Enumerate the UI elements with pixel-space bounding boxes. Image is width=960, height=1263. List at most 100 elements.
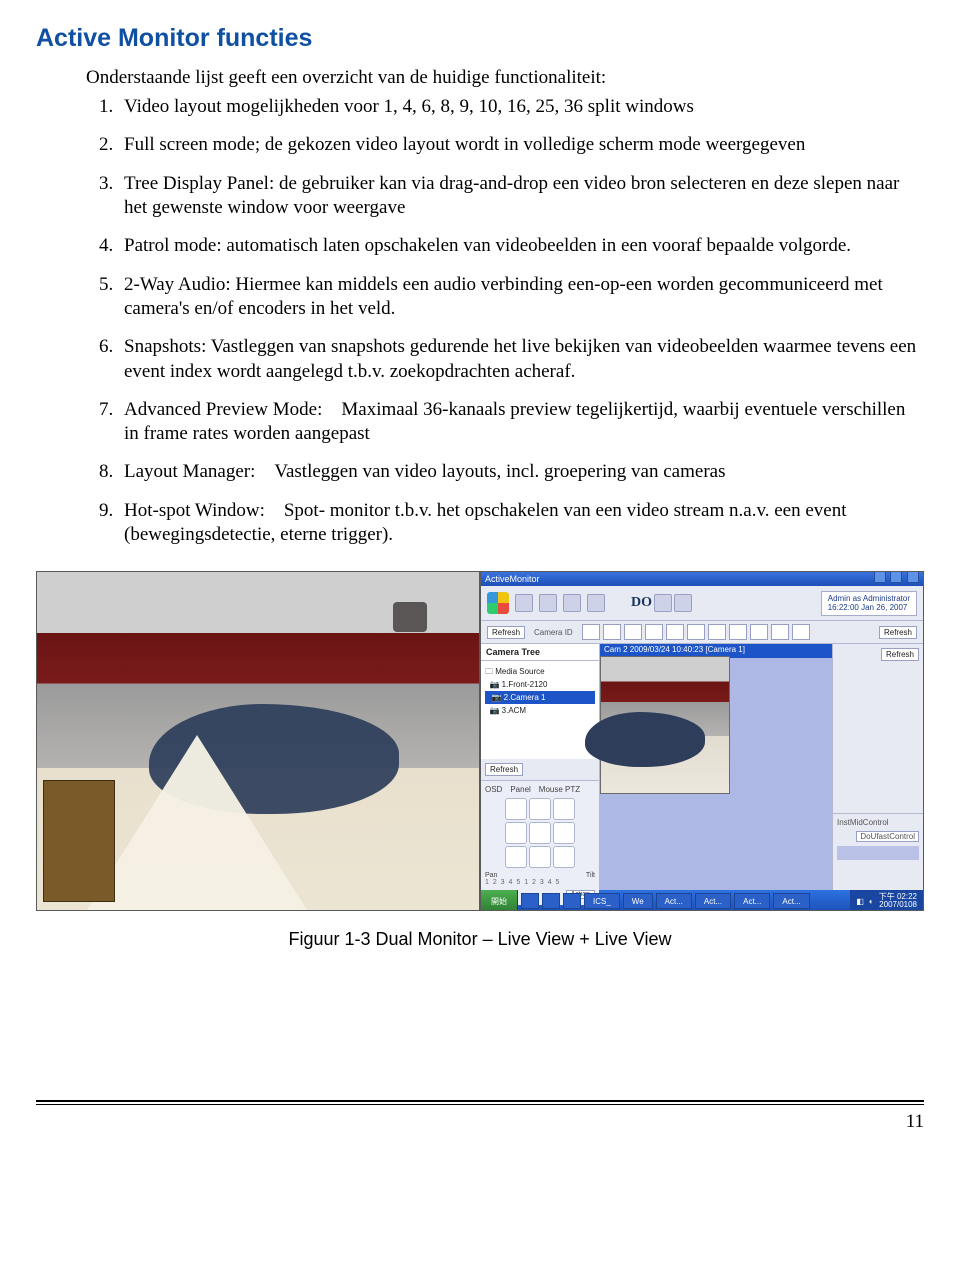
- brand-ring-icon[interactable]: [674, 594, 692, 612]
- feature-item: Advanced Preview Mode: Maximaal 36-kanaa…: [118, 398, 924, 447]
- brand-pill-icon[interactable]: [654, 594, 672, 612]
- feature-item: 2-Way Audio: Hiermee kan middels een aud…: [118, 273, 924, 322]
- video-tile[interactable]: [600, 656, 730, 793]
- feature-item: Patrol mode: automatisch laten opschakel…: [118, 234, 924, 258]
- layout-36-button[interactable]: [750, 624, 768, 640]
- layout-25-button[interactable]: [729, 624, 747, 640]
- taskbar-item[interactable]: ICS_: [584, 893, 620, 909]
- layout-prev-icon[interactable]: [771, 624, 789, 640]
- system-tray[interactable]: ◧ ◐ 下午 02:22 2007/0108: [850, 890, 923, 911]
- feature-list: Video layout mogelijkheden voor 1, 4, 6,…: [86, 95, 924, 547]
- figure-caption: Figuur 1-3 Dual Monitor – Live View + Li…: [36, 929, 924, 950]
- layout-9-button[interactable]: [666, 624, 684, 640]
- taskbar-item[interactable]: [563, 893, 581, 909]
- tree-node-root[interactable]: 🗀 Media Source: [485, 665, 595, 678]
- ptz-down-icon[interactable]: [529, 846, 551, 868]
- taskbar-item[interactable]: [542, 893, 560, 909]
- camera-tree[interactable]: 🗀 Media Source 📷 1.Front-2120 📷 2.Camera…: [481, 661, 599, 759]
- monitor-right-app: ActiveMonitor DO Admi: [480, 571, 924, 911]
- scale-ticks: 1 2 3 4 5 1 2 3 4 5: [485, 879, 595, 886]
- layout-toolbar: Refresh Camera ID Refresh: [481, 621, 923, 644]
- ptz-dpad[interactable]: [505, 798, 575, 868]
- ptz-tabs[interactable]: OSD Panel Mouse PTZ: [485, 785, 595, 794]
- refresh-right-button[interactable]: Refresh: [879, 626, 917, 639]
- tray-icon[interactable]: ◐: [869, 897, 874, 906]
- brand-icons: DO: [631, 594, 692, 612]
- feature-item: Full screen mode; de gekozen video layou…: [118, 133, 924, 157]
- start-button[interactable]: 開始: [481, 890, 518, 911]
- camera-tree-header: Camera Tree: [481, 644, 599, 661]
- figure-dual-monitor: ActiveMonitor DO Admi: [36, 571, 924, 950]
- user-datetime: 16:22:00 Jan 26, 2007: [828, 603, 910, 613]
- mid-control-panel: InstMidControl DoUfastControl: [833, 813, 923, 864]
- section-title: Active Monitor functies: [36, 24, 924, 53]
- ptz-right-icon[interactable]: [553, 822, 575, 844]
- scene-foreground: [87, 735, 307, 910]
- tree-node[interactable]: 📷 1.Front-2120: [485, 678, 595, 691]
- main-toolbar: DO Admin as Administrator 16:22:00 Jan 2…: [481, 586, 923, 621]
- toolbar-snapshot-icon[interactable]: [539, 594, 557, 612]
- layout-next-icon[interactable]: [792, 624, 810, 640]
- ptz-up-icon[interactable]: [529, 798, 551, 820]
- video-area[interactable]: Cam 2 2009/03/24 10:40:23 [Camera 1]: [600, 644, 832, 890]
- layout-6-button[interactable]: [624, 624, 642, 640]
- pan-label: Pan: [485, 872, 497, 879]
- tree-refresh-button[interactable]: Refresh: [485, 763, 523, 776]
- taskbar-item[interactable]: Act...: [695, 893, 731, 909]
- tree-node-selected[interactable]: 📷 2.Camera 1: [485, 691, 595, 704]
- toolbar-eye-icon[interactable]: [515, 594, 533, 612]
- maximize-icon[interactable]: [890, 571, 902, 583]
- minimize-icon[interactable]: [874, 571, 886, 583]
- midctl-strip[interactable]: [837, 846, 919, 860]
- tilt-label: Tilt: [586, 872, 595, 879]
- ptz-up-left-icon[interactable]: [505, 798, 527, 820]
- feature-item: Snapshots: Vastleggen van snapshots gedu…: [118, 335, 924, 384]
- tray-icon[interactable]: ◧: [856, 897, 864, 906]
- window-title: ActiveMonitor: [485, 572, 540, 586]
- layout-8-button[interactable]: [645, 624, 663, 640]
- window-controls[interactable]: [872, 571, 919, 587]
- ptz-left-icon[interactable]: [505, 822, 527, 844]
- ptz-home-icon[interactable]: [529, 822, 551, 844]
- window-titlebar[interactable]: ActiveMonitor: [481, 572, 923, 586]
- ptz-up-right-icon[interactable]: [553, 798, 575, 820]
- app-logo-icon: [487, 592, 509, 614]
- ptz-down-left-icon[interactable]: [505, 846, 527, 868]
- user-name: Admin as Administrator: [828, 594, 910, 604]
- feature-item: Tree Display Panel: de gebruiker kan via…: [118, 172, 924, 221]
- taskbar-item[interactable]: Act...: [656, 893, 692, 909]
- intro-text: Onderstaande lijst geeft een overzicht v…: [86, 67, 924, 89]
- feature-item: Video layout mogelijkheden voor 1, 4, 6,…: [118, 95, 924, 119]
- feature-item: Hot-spot Window: Spot- monitor t.b.v. he…: [118, 499, 924, 548]
- taskbar-item[interactable]: We: [623, 893, 653, 909]
- left-panel: Camera Tree 🗀 Media Source 📷 1.Front-212…: [481, 644, 600, 890]
- taskbar-item[interactable]: Act...: [773, 893, 809, 909]
- monitor-left-fullscreen: [36, 571, 480, 911]
- page-footer-rule: [36, 1100, 924, 1105]
- right-refresh-button[interactable]: Refresh: [881, 648, 919, 661]
- layout-1-button[interactable]: [582, 624, 600, 640]
- tree-node[interactable]: 📷 3.ACM: [485, 704, 595, 717]
- tray-clock: 下午 02:22 2007/0108: [879, 893, 917, 910]
- scene-sign: [43, 780, 115, 902]
- toolbar-record-icon[interactable]: [563, 594, 581, 612]
- taskbar-item[interactable]: [521, 893, 539, 909]
- midctl-right-button[interactable]: DoUfastControl: [856, 831, 919, 842]
- layout-4-button[interactable]: [603, 624, 621, 640]
- ptz-down-right-icon[interactable]: [553, 846, 575, 868]
- taskbar-item[interactable]: Act...: [734, 893, 770, 909]
- midctl-title: InstMidControl: [837, 818, 919, 827]
- page-number: 11: [36, 1111, 924, 1133]
- user-info-box: Admin as Administrator 16:22:00 Jan 26, …: [821, 591, 917, 616]
- close-icon[interactable]: [907, 571, 919, 583]
- scene-light: [393, 602, 427, 632]
- camera-id-label: Camera ID: [534, 628, 573, 637]
- brand-do-letter: DO: [631, 595, 652, 611]
- feature-item: Layout Manager: Vastleggen van video lay…: [118, 460, 924, 484]
- video-scene-object: [585, 712, 705, 767]
- layout-16-button[interactable]: [708, 624, 726, 640]
- windows-taskbar[interactable]: 開始 ICS_ We Act... Act... Act... Act... ◧…: [481, 890, 923, 911]
- layout-10-button[interactable]: [687, 624, 705, 640]
- refresh-button[interactable]: Refresh: [487, 626, 525, 639]
- toolbar-audio-icon[interactable]: [587, 594, 605, 612]
